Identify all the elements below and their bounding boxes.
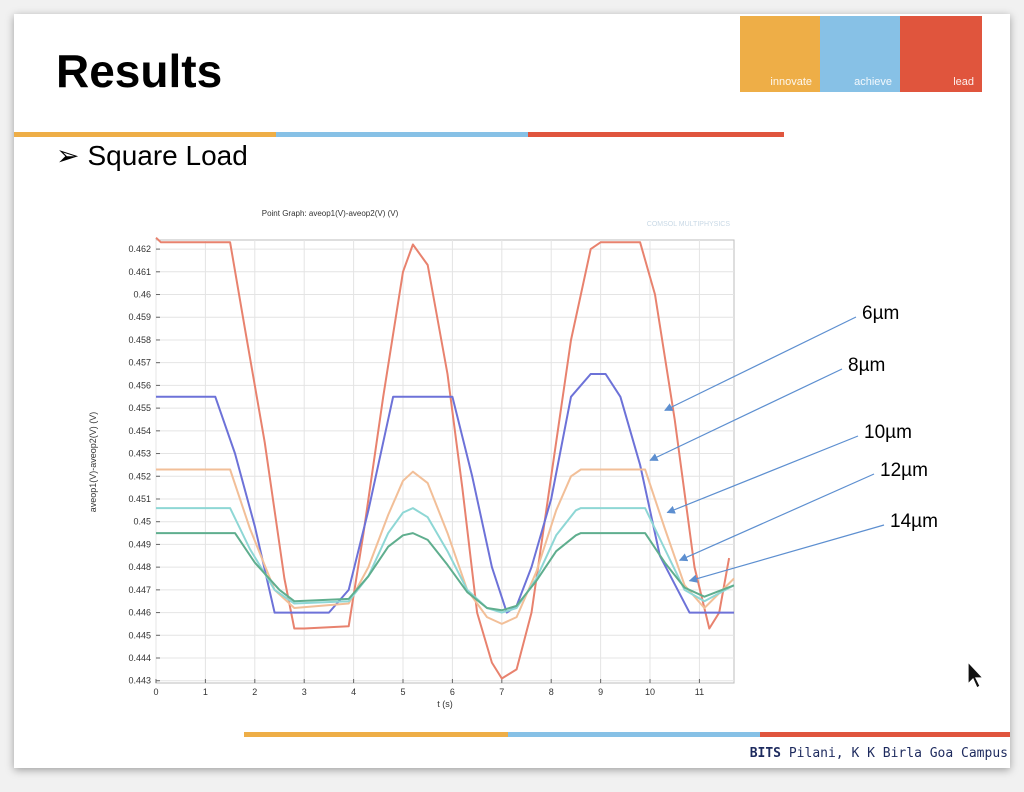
x-tick-label: 4 — [351, 687, 356, 697]
y-tick-label: 0.448 — [128, 562, 151, 572]
annotation-label: 14µm — [890, 511, 938, 532]
y-tick-label: 0.445 — [128, 630, 151, 640]
chart-watermark: COMSOL MULTIPHYSICS — [647, 221, 731, 228]
x-tick-label: 11 — [695, 687, 704, 697]
x-tick-label: 2 — [252, 687, 257, 697]
footer-stripe-red — [760, 732, 1010, 737]
x-tick-label: 1 — [203, 687, 208, 697]
x-tick-label: 3 — [302, 687, 307, 697]
annotation-label: 6µm — [862, 303, 899, 324]
x-axis-label: t (s) — [437, 699, 453, 709]
annotation-label: 10µm — [864, 422, 912, 443]
y-tick-label: 0.452 — [128, 471, 151, 481]
x-tick-label: 6 — [450, 687, 455, 697]
y-tick-label: 0.46 — [133, 290, 151, 300]
y-tick-label: 0.453 — [128, 449, 151, 459]
plot-area — [155, 239, 735, 684]
x-tick-label: 8 — [549, 687, 554, 697]
footer-brand: BITS — [749, 746, 782, 761]
x-tick-label: 10 — [645, 687, 655, 697]
y-axis-label: aveop1(V)-aveop2(V) (V) — [88, 412, 98, 513]
x-tick-label: 7 — [499, 687, 504, 697]
y-tick-label: 0.444 — [128, 653, 151, 663]
y-tick-label: 0.443 — [128, 676, 151, 686]
x-tick-label: 9 — [598, 687, 603, 697]
mouse-cursor-icon — [967, 660, 985, 689]
y-tick-label: 0.454 — [128, 426, 151, 436]
y-tick-label: 0.457 — [128, 358, 151, 368]
y-tick-label: 0.447 — [128, 585, 151, 595]
y-tick-label: 0.458 — [128, 335, 151, 345]
y-tick-label: 0.45 — [133, 517, 151, 527]
y-tick-label: 0.449 — [128, 539, 151, 549]
footer-stripe-orange — [244, 732, 508, 737]
footer-stripe-blue — [508, 732, 760, 737]
annotation-label: 12µm — [880, 460, 928, 481]
y-tick-label: 0.451 — [128, 494, 151, 504]
y-tick-label: 0.459 — [128, 312, 151, 322]
annotation-label: 8µm — [848, 355, 885, 376]
footer-campus-text: BITS Pilani, K K Birla Goa Campus — [750, 746, 1008, 761]
slide: Results innovate achieve lead ➢ Square Lo… — [14, 14, 1010, 768]
x-tick-label: 5 — [401, 687, 406, 697]
y-tick-label: 0.455 — [128, 403, 151, 413]
y-tick-label: 0.461 — [128, 267, 151, 277]
x-tick-label: 0 — [153, 687, 158, 697]
footer-rest: Pilani, K K Birla Goa Campus — [781, 746, 1008, 761]
y-tick-label: 0.462 — [128, 244, 151, 254]
chart-title: Point Graph: aveop1(V)-aveop2(V) (V) — [262, 209, 399, 218]
y-tick-label: 0.446 — [128, 608, 151, 618]
y-tick-label: 0.456 — [128, 380, 151, 390]
chart: Point Graph: aveop1(V)-aveop2(V) (V) COM… — [88, 209, 938, 709]
